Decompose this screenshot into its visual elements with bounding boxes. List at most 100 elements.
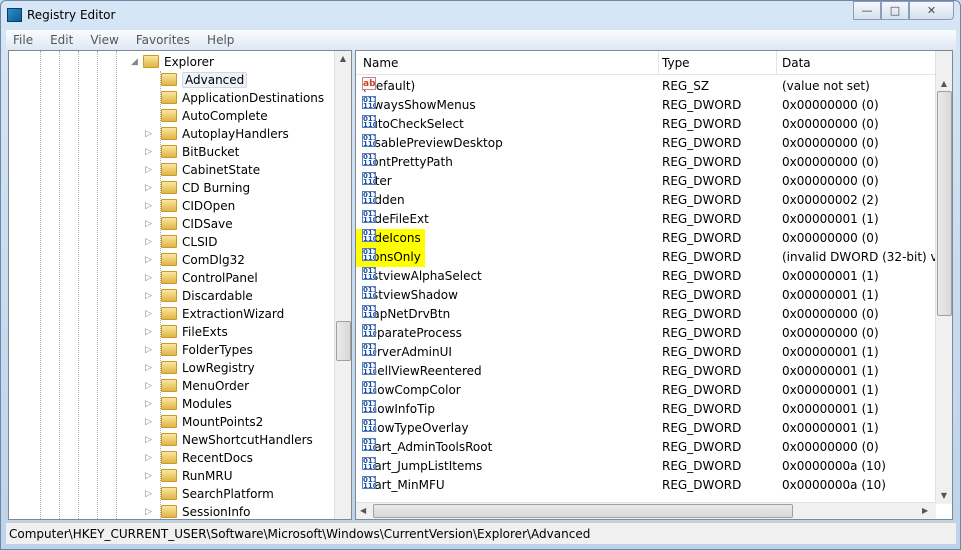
- tree-item[interactable]: ▷ CD Burning: [145, 179, 250, 197]
- collapsed-arrow-icon[interactable]: ▷: [145, 485, 152, 503]
- collapsed-arrow-icon[interactable]: ▷: [145, 359, 152, 377]
- tree-item[interactable]: ▷ Modules: [145, 395, 232, 413]
- list-row[interactable]: 011110 SeparateProcess REG_DWORD 0x00000…: [356, 324, 936, 343]
- tree-item[interactable]: ▷ ControlPanel: [145, 269, 258, 287]
- list-hscroll-thumb[interactable]: [373, 504, 793, 518]
- value-data: 0x0000000a (10): [782, 478, 886, 492]
- list-horizontal-scrollbar[interactable]: ◀ ▶: [356, 502, 936, 519]
- list-row[interactable]: 011110 IconsOnly REG_DWORD (invalid DWOR…: [356, 248, 952, 267]
- tree-item[interactable]: ▷ NewShortcutHandlers: [145, 431, 313, 449]
- maximize-button[interactable]: □: [881, 1, 909, 20]
- tree-item[interactable]: ▷ RunMRU: [145, 467, 232, 485]
- minimize-button[interactable]: —: [853, 1, 881, 20]
- menu-edit[interactable]: Edit: [50, 30, 73, 50]
- collapsed-arrow-icon[interactable]: ▷: [145, 377, 152, 395]
- tree-item[interactable]: ▷ SearchPlatform: [145, 485, 274, 503]
- tree-item[interactable]: ▷ ExtractionWizard: [145, 305, 284, 323]
- tree-item[interactable]: ▷ SessionInfo: [145, 503, 251, 519]
- tree-item[interactable]: ▷ CLSID: [145, 233, 217, 251]
- collapsed-arrow-icon[interactable]: ▷: [145, 269, 152, 287]
- collapsed-arrow-icon[interactable]: ▷: [145, 395, 152, 413]
- tree-item[interactable]: ▷ CIDSave: [145, 215, 233, 233]
- column-type[interactable]: Type: [662, 56, 690, 70]
- list-row[interactable]: 011110 HideIcons REG_DWORD 0x00000000 (0…: [356, 229, 936, 248]
- tree-item-explorer[interactable]: ◢ Explorer: [131, 53, 214, 71]
- folder-icon: [161, 73, 177, 86]
- list-row[interactable]: 011110 Start_JumpListItems REG_DWORD 0x0…: [356, 457, 936, 476]
- collapsed-arrow-icon[interactable]: ▷: [145, 287, 152, 305]
- list-row[interactable]: 011110 HideFileExt REG_DWORD 0x00000001 …: [356, 210, 936, 229]
- collapsed-arrow-icon[interactable]: ▷: [145, 323, 152, 341]
- collapsed-arrow-icon[interactable]: ▷: [145, 197, 152, 215]
- collapsed-arrow-icon[interactable]: ▷: [145, 161, 152, 179]
- list-row[interactable]: ab (Default) REG_SZ (value not set): [356, 77, 936, 96]
- collapsed-arrow-icon[interactable]: ▷: [145, 305, 152, 323]
- collapsed-arrow-icon[interactable]: ▷: [145, 341, 152, 359]
- column-name[interactable]: Name: [363, 56, 398, 70]
- tree-vertical-scrollbar[interactable]: ▲: [334, 51, 351, 519]
- key-tree[interactable]: ◢ Explorer Advanced ApplicationDestinatio…: [8, 50, 352, 520]
- list-row[interactable]: 011110 ListviewAlphaSelect REG_DWORD 0x0…: [356, 267, 936, 286]
- list-row[interactable]: 011110 MapNetDrvBtn REG_DWORD 0x00000000…: [356, 305, 936, 324]
- list-row[interactable]: 011110 ShowInfoTip REG_DWORD 0x00000001 …: [356, 400, 936, 419]
- collapsed-arrow-icon[interactable]: ▷: [145, 233, 152, 251]
- list-row[interactable]: 011110 AlwaysShowMenus REG_DWORD 0x00000…: [356, 96, 936, 115]
- collapsed-arrow-icon[interactable]: ▷: [145, 431, 152, 449]
- list-row[interactable]: 011110 Hidden REG_DWORD 0x00000002 (2): [356, 191, 936, 210]
- collapsed-arrow-icon[interactable]: ▷: [145, 449, 152, 467]
- tree-item[interactable]: AutoComplete: [151, 107, 268, 125]
- value-name: ListviewAlphaSelect: [362, 269, 482, 283]
- list-scroll-thumb[interactable]: [937, 91, 952, 316]
- collapsed-arrow-icon[interactable]: ▷: [145, 413, 152, 431]
- tree-item[interactable]: ▷ CabinetState: [145, 161, 260, 179]
- list-row[interactable]: 011110 ServerAdminUI REG_DWORD 0x0000000…: [356, 343, 936, 362]
- collapsed-arrow-icon[interactable]: ▷: [145, 125, 152, 143]
- tree-item[interactable]: ▷ MountPoints2: [145, 413, 263, 431]
- list-row[interactable]: 011110 ListviewShadow REG_DWORD 0x000000…: [356, 286, 936, 305]
- list-row[interactable]: 011110 Filter REG_DWORD 0x00000000 (0): [356, 172, 936, 191]
- close-button[interactable]: ✕: [909, 1, 954, 20]
- tree-item[interactable]: ▷ FileExts: [145, 323, 228, 341]
- folder-icon: [161, 271, 177, 284]
- menu-file[interactable]: File: [13, 30, 33, 50]
- tree-item[interactable]: ▷ Discardable: [145, 287, 253, 305]
- list-row[interactable]: 011110 ShowCompColor REG_DWORD 0x0000000…: [356, 381, 936, 400]
- tree-item[interactable]: ▷ MenuOrder: [145, 377, 250, 395]
- list-row[interactable]: 011110 Start_AdminToolsRoot REG_DWORD 0x…: [356, 438, 936, 457]
- folder-icon: [161, 469, 177, 482]
- list-row[interactable]: 011110 Start_MinMFU REG_DWORD 0x0000000a…: [356, 476, 936, 495]
- tree-item[interactable]: ▷ BitBucket: [145, 143, 239, 161]
- collapsed-arrow-icon[interactable]: ▷: [145, 503, 152, 519]
- value-data: (invalid DWORD (32-bit) value): [782, 250, 953, 264]
- dword-value-icon: 011110: [362, 438, 376, 451]
- list-vertical-scrollbar[interactable]: ▲ ▼: [935, 51, 952, 504]
- tree-item[interactable]: ▷ AutoplayHandlers: [145, 125, 289, 143]
- menu-view[interactable]: View: [90, 30, 118, 50]
- tree-item[interactable]: ▷ CIDOpen: [145, 197, 235, 215]
- tree-item[interactable]: ▷ ComDlg32: [145, 251, 245, 269]
- list-row[interactable]: 011110 ShellViewReentered REG_DWORD 0x00…: [356, 362, 936, 381]
- list-row[interactable]: 011110 ShowTypeOverlay REG_DWORD 0x00000…: [356, 419, 936, 438]
- expanded-arrow-icon[interactable]: ◢: [131, 53, 138, 71]
- menu-favorites[interactable]: Favorites: [136, 30, 190, 50]
- list-row[interactable]: 011110 AutoCheckSelect REG_DWORD 0x00000…: [356, 115, 936, 134]
- collapsed-arrow-icon[interactable]: ▷: [145, 467, 152, 485]
- value-type: REG_DWORD: [662, 421, 742, 435]
- column-data[interactable]: Data: [782, 56, 811, 70]
- tree-item[interactable]: ▷ RecentDocs: [145, 449, 253, 467]
- collapsed-arrow-icon[interactable]: ▷: [145, 143, 152, 161]
- tree-scroll-thumb[interactable]: [336, 321, 351, 361]
- tree-item[interactable]: ▷ FolderTypes: [145, 341, 253, 359]
- tree-item-label: FolderTypes: [182, 343, 253, 357]
- list-row[interactable]: 011110 DisablePreviewDesktop REG_DWORD 0…: [356, 134, 936, 153]
- list-row[interactable]: 011110 DontPrettyPath REG_DWORD 0x000000…: [356, 153, 936, 172]
- tree-item[interactable]: ApplicationDestinations: [151, 89, 324, 107]
- collapsed-arrow-icon[interactable]: ▷: [145, 215, 152, 233]
- tree-item-label: MenuOrder: [182, 379, 250, 393]
- collapsed-arrow-icon[interactable]: ▷: [145, 179, 152, 197]
- menu-help[interactable]: Help: [207, 30, 234, 50]
- values-list[interactable]: Name Type Data ab (Default) REG_SZ (valu…: [355, 50, 953, 520]
- tree-item[interactable]: ▷ LowRegistry: [145, 359, 255, 377]
- collapsed-arrow-icon[interactable]: ▷: [145, 251, 152, 269]
- tree-item[interactable]: Advanced: [151, 71, 248, 89]
